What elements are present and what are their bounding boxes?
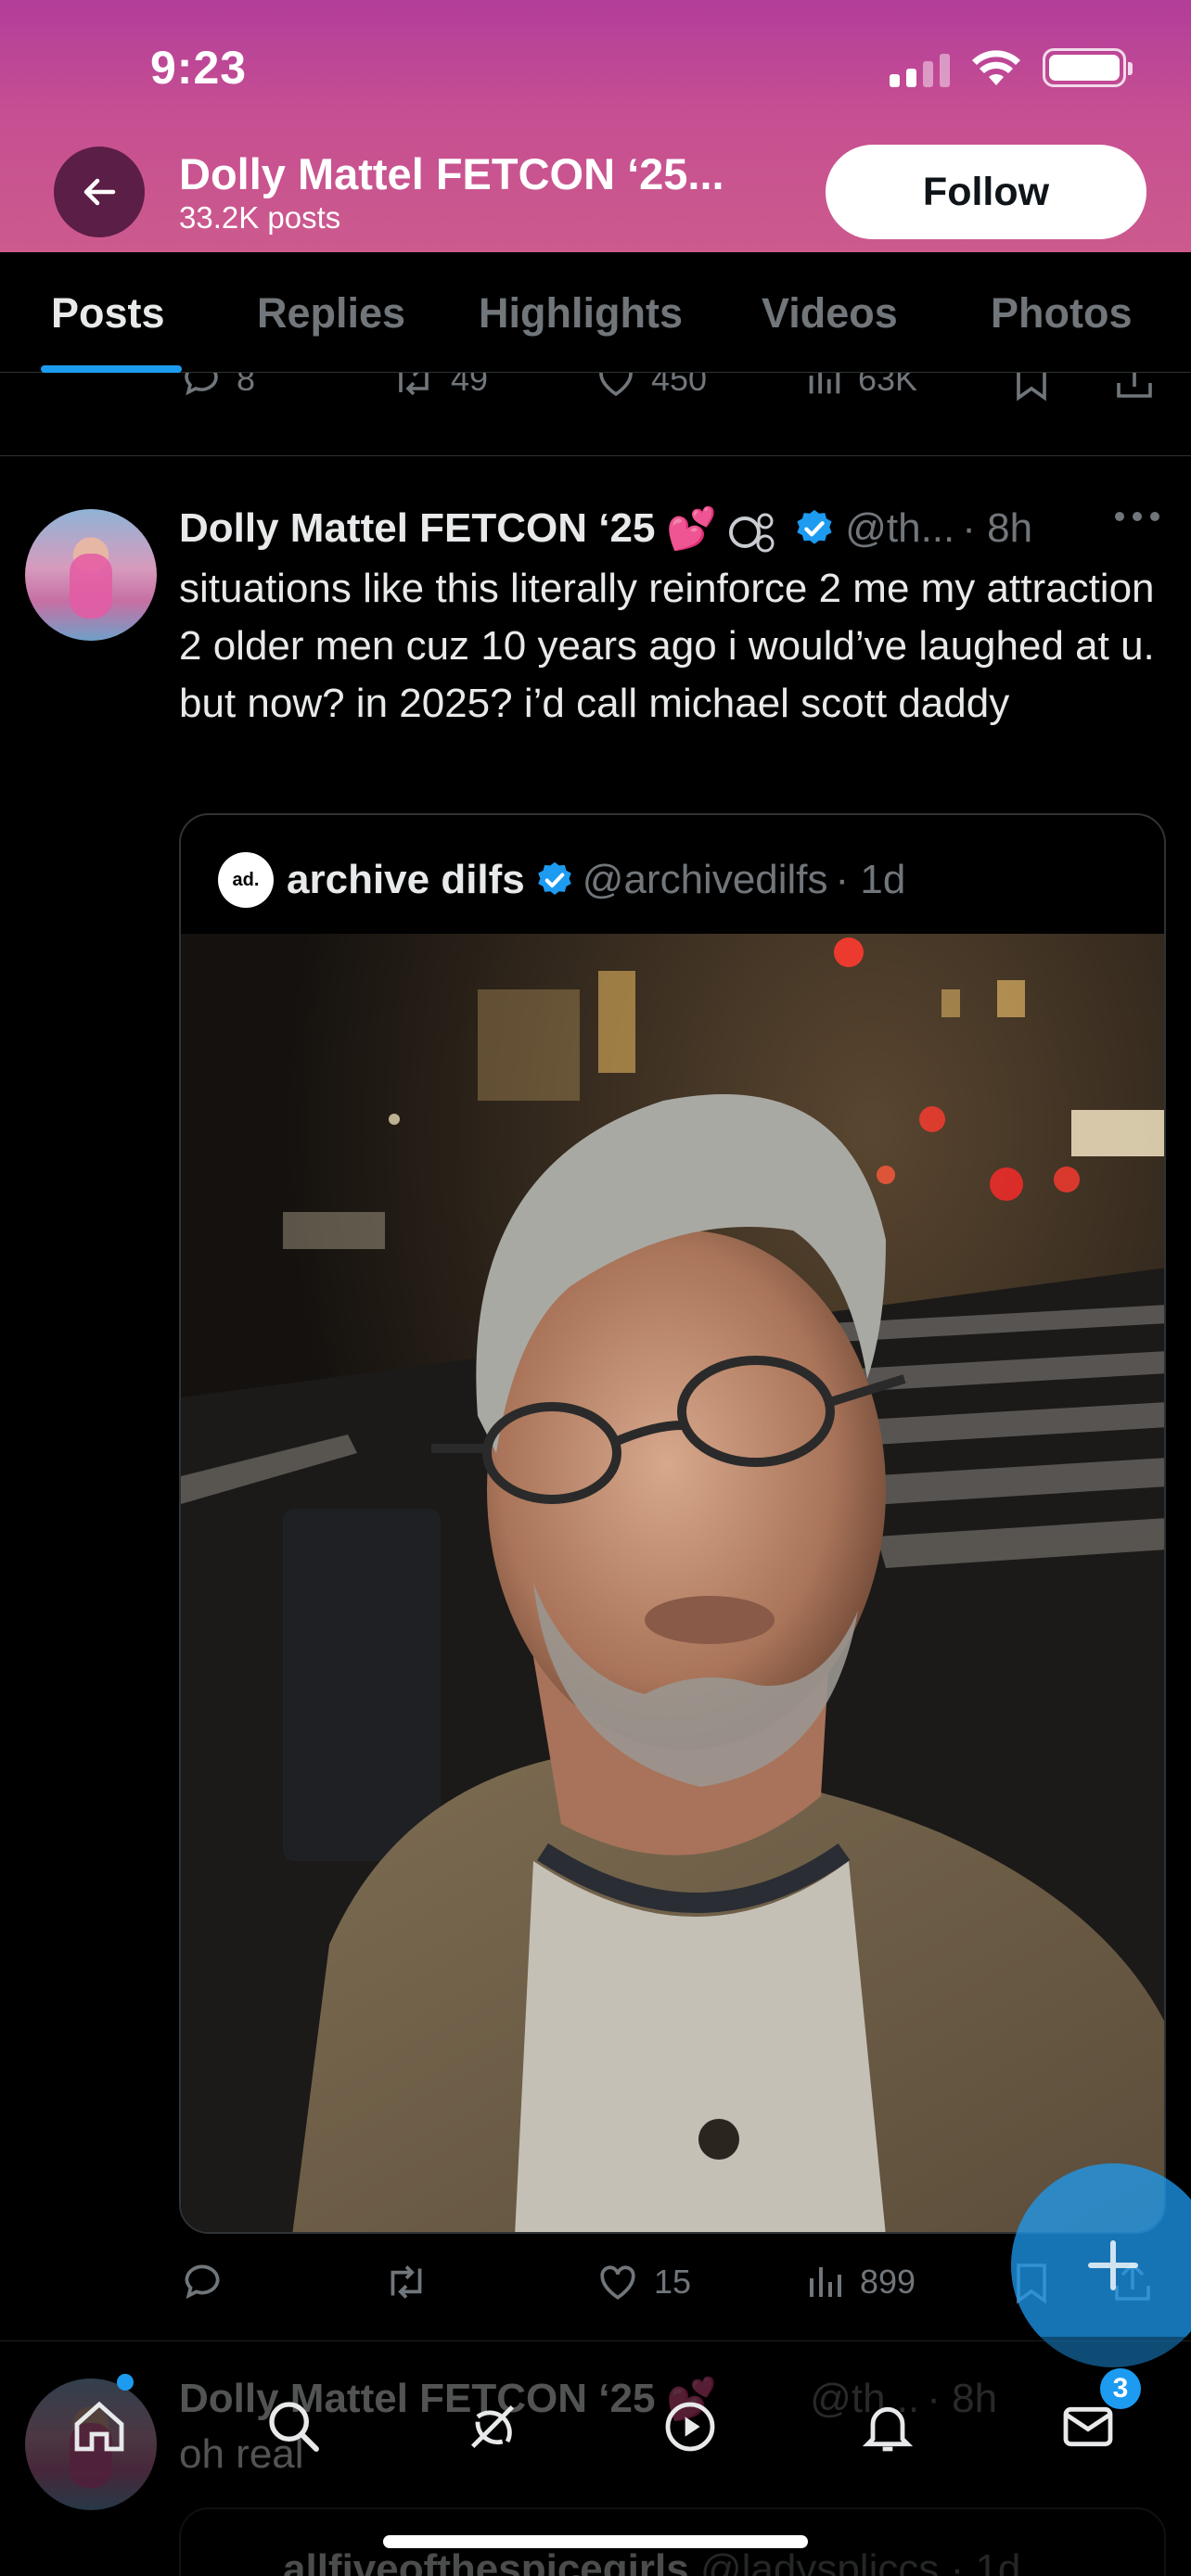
quoted-tweet-photo[interactable] xyxy=(181,934,1164,2232)
tweet-text: situations like this literally reinforce… xyxy=(179,566,1155,726)
quoted-author-handle: @archivedilfs xyxy=(582,857,828,902)
home-notification-dot xyxy=(117,2374,134,2391)
plus-icon xyxy=(1088,2240,1138,2290)
nav-search[interactable] xyxy=(262,2394,327,2459)
tab-posts[interactable]: Posts xyxy=(51,289,165,338)
profile-header: 9:23 Dolly Mattel FETCON ‘25... 33.2K po… xyxy=(0,0,1191,252)
signal-icon xyxy=(890,52,950,87)
views-count: 899 xyxy=(860,2263,916,2301)
tab-videos[interactable]: Videos xyxy=(762,289,898,338)
views-icon xyxy=(810,2267,841,2297)
home-icon xyxy=(74,2401,124,2452)
quoted-tweet-header: ad. archive dilfs @archivedilfs · 1d xyxy=(218,852,905,908)
author-avatar[interactable] xyxy=(25,509,157,641)
more-options-icon[interactable] xyxy=(1115,512,1159,521)
search-icon xyxy=(269,2402,319,2452)
share-icon xyxy=(1117,373,1152,398)
tab-highlights[interactable]: Highlights xyxy=(479,289,683,338)
reply-button[interactable] xyxy=(179,2250,238,2315)
post-count: 33.2K posts xyxy=(179,200,341,235)
nav-notifications[interactable] xyxy=(855,2394,920,2459)
quoted-author-avatar: ad. xyxy=(218,852,274,908)
wifi-icon xyxy=(972,50,1020,85)
repost-button[interactable] xyxy=(381,2250,444,2315)
prev-bookmark-button[interactable] xyxy=(1011,373,1052,412)
repost-icon xyxy=(391,2265,422,2299)
verified-badge-icon xyxy=(537,861,571,895)
battery-icon xyxy=(1043,48,1133,87)
prev-views-button[interactable]: 63K xyxy=(802,373,917,412)
tweet-time: · 8h xyxy=(962,505,1033,551)
tweet-header: Dolly Mattel FETCON ‘25 💕 @th... · 8h xyxy=(179,501,1032,556)
tab-replies[interactable]: Replies xyxy=(257,289,405,338)
heart-icon xyxy=(600,2265,635,2300)
bell-icon xyxy=(862,2406,914,2452)
views-button[interactable]: 899 xyxy=(802,2250,916,2315)
prev-reply-count: 8 xyxy=(237,373,256,398)
nav-video[interactable] xyxy=(658,2394,723,2459)
play-icon xyxy=(665,2402,715,2452)
prev-repost-count: 49 xyxy=(451,373,489,398)
active-tab-indicator xyxy=(41,365,182,373)
prev-views-count: 63K xyxy=(858,373,918,398)
author-handle[interactable]: @th... xyxy=(845,505,954,552)
quoted-tweet-time: · 1d xyxy=(835,857,906,902)
prev-repost-button[interactable]: 49 xyxy=(390,373,488,412)
verified-badge-icon xyxy=(797,509,832,544)
grok-icon xyxy=(470,2404,515,2449)
reply-icon xyxy=(185,2264,220,2300)
like-button[interactable]: 15 xyxy=(595,2250,691,2315)
profile-tabs: Posts Replies Highlights Videos Photos xyxy=(0,252,1191,373)
like-count: 15 xyxy=(654,2263,692,2301)
prev-like-count: 450 xyxy=(651,373,708,398)
hearts-emoji: 💕 xyxy=(666,506,718,552)
back-arrow-icon xyxy=(83,178,116,206)
heart-icon xyxy=(599,373,633,397)
quoted-tweet[interactable]: ad. archive dilfs @archivedilfs · 1d xyxy=(179,813,1166,2234)
views-icon xyxy=(809,373,840,394)
author-name[interactable]: Dolly Mattel FETCON ‘25 xyxy=(179,505,655,552)
home-indicator[interactable] xyxy=(383,2535,808,2548)
selfie-photo xyxy=(181,934,1164,2232)
quoted-author-name: archive dilfs xyxy=(287,857,525,902)
profile-name: Dolly Mattel FETCON ‘25... xyxy=(179,149,724,198)
messages-badge: 3 xyxy=(1100,2368,1141,2409)
follow-button[interactable]: Follow xyxy=(826,145,1146,239)
bookmark-icon xyxy=(1017,373,1046,402)
prev-like-button[interactable]: 450 xyxy=(594,373,707,412)
reply-icon xyxy=(185,373,218,396)
status-icons xyxy=(890,48,1133,87)
prev-reply-button[interactable]: 8 xyxy=(179,373,255,412)
status-time: 9:23 xyxy=(150,42,248,94)
previous-tweet-actions: 8 49 450 63K xyxy=(0,373,1191,456)
back-button[interactable] xyxy=(54,147,145,237)
nav-grok[interactable] xyxy=(460,2394,525,2459)
repost-icon xyxy=(399,373,429,396)
nav-home[interactable] xyxy=(67,2394,132,2459)
tab-photos[interactable]: Photos xyxy=(991,289,1133,338)
prev-share-button[interactable] xyxy=(1113,373,1156,412)
bubbles-icon xyxy=(729,513,775,553)
